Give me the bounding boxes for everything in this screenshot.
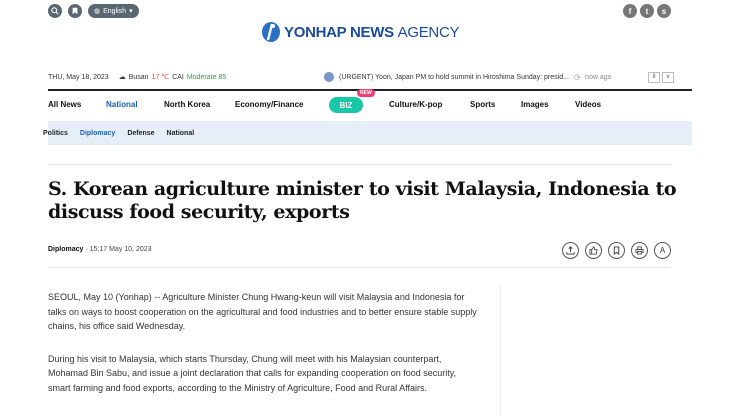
nav-all-news[interactable]: All News bbox=[48, 100, 81, 109]
info-bar: THU, May 18, 2023 ☁ Busan 17 ℃ CAI Moder… bbox=[48, 69, 674, 85]
share-network-icon[interactable]: s bbox=[657, 4, 671, 18]
clock-icon: ◷ bbox=[573, 74, 581, 81]
cai-value: Moderate 85 bbox=[186, 73, 227, 81]
language-selector[interactable]: ◍ English ▾ bbox=[88, 4, 139, 18]
globe-icon: ◍ bbox=[94, 8, 101, 15]
ticker-controls: II v bbox=[648, 71, 674, 83]
nav-national[interactable]: National bbox=[106, 100, 138, 109]
site-logo[interactable]: YONHAP NEWS AGENCY bbox=[261, 21, 460, 43]
nav-biz[interactable]: BIZ bbox=[329, 97, 363, 113]
expand-button[interactable]: v bbox=[662, 71, 674, 83]
bookmark-icon[interactable] bbox=[608, 242, 625, 259]
ticker-headline[interactable]: (URGENT) Yoon, Japan PM to hold summit i… bbox=[339, 74, 569, 81]
divider bbox=[48, 164, 671, 165]
article-timestamp: 15:17 May 10, 2023 bbox=[89, 246, 152, 253]
subnav-diplomacy[interactable]: Diplomacy bbox=[80, 130, 115, 137]
search-icon[interactable] bbox=[48, 4, 62, 18]
nav-economy-finance[interactable]: Economy/Finance bbox=[235, 100, 303, 109]
meta-divider bbox=[48, 267, 671, 268]
weather-city: Busan bbox=[128, 73, 149, 81]
article-tools: A bbox=[562, 242, 671, 259]
subnav-national[interactable]: National bbox=[167, 130, 195, 137]
news-ticker[interactable]: (URGENT) Yoon, Japan PM to hold summit i… bbox=[324, 72, 612, 82]
share-icon[interactable] bbox=[562, 242, 579, 259]
nav-culture-kpop[interactable]: Culture/K-pop bbox=[389, 100, 442, 109]
social-links: f t s bbox=[623, 4, 671, 18]
nav-sports[interactable]: Sports bbox=[470, 100, 495, 109]
language-label: English bbox=[103, 7, 127, 15]
nav-images[interactable]: Images bbox=[521, 100, 549, 109]
new-badge: NEW bbox=[357, 89, 375, 97]
pause-button[interactable]: II bbox=[648, 71, 660, 83]
twitter-icon[interactable]: t bbox=[640, 4, 654, 18]
logo-light: AGENCY bbox=[397, 23, 460, 41]
ticker-time: now ago bbox=[585, 73, 612, 81]
logo-bold: YONHAP NEWS bbox=[284, 23, 394, 41]
logo-text: YONHAP NEWS AGENCY bbox=[284, 23, 460, 41]
subnav-defense[interactable]: Defense bbox=[127, 130, 154, 137]
article-paragraph: During his visit to Malaysia, which star… bbox=[48, 353, 457, 393]
news-ticker-icon bbox=[324, 72, 334, 82]
article-title: S. Korean agriculture minister to visit … bbox=[48, 178, 677, 223]
weather-temp: 17 ℃ bbox=[151, 74, 170, 81]
cloud-rain-icon: ☁ bbox=[118, 74, 126, 81]
cai-label: CAI bbox=[172, 73, 184, 81]
chevron-down-icon: ▾ bbox=[129, 8, 133, 15]
column-divider bbox=[500, 285, 501, 415]
article-section[interactable]: Diplomacy bbox=[48, 246, 83, 253]
utility-bar: ◍ English ▾ bbox=[48, 4, 139, 18]
bookmark-nav-icon[interactable] bbox=[68, 4, 82, 18]
print-icon[interactable] bbox=[631, 242, 648, 259]
nav-north-korea[interactable]: North Korea bbox=[164, 100, 210, 109]
article-body: SEOUL, May 10 (Yonhap) -- Agriculture Mi… bbox=[48, 290, 478, 414]
sub-nav: Politics Diplomacy Defense National bbox=[43, 121, 692, 145]
font-size-icon[interactable]: A bbox=[654, 242, 671, 259]
nav-videos[interactable]: Videos bbox=[575, 100, 601, 109]
facebook-icon[interactable]: f bbox=[623, 4, 637, 18]
subnav-politics[interactable]: Politics bbox=[43, 130, 68, 137]
weather-widget[interactable]: ☁ Busan 17 ℃ CAI Moderate 85 bbox=[118, 73, 227, 82]
main-nav: All News National North Korea Economy/Fi… bbox=[48, 89, 692, 120]
article-meta: Diplomacy · 15:17 May 10, 2023 bbox=[48, 246, 152, 253]
yonhap-logo-icon bbox=[262, 22, 280, 42]
article-paragraph: SEOUL, May 10 (Yonhap) -- Agriculture Mi… bbox=[48, 292, 477, 332]
like-icon[interactable] bbox=[585, 242, 602, 259]
current-date: THU, May 18, 2023 bbox=[48, 73, 109, 81]
